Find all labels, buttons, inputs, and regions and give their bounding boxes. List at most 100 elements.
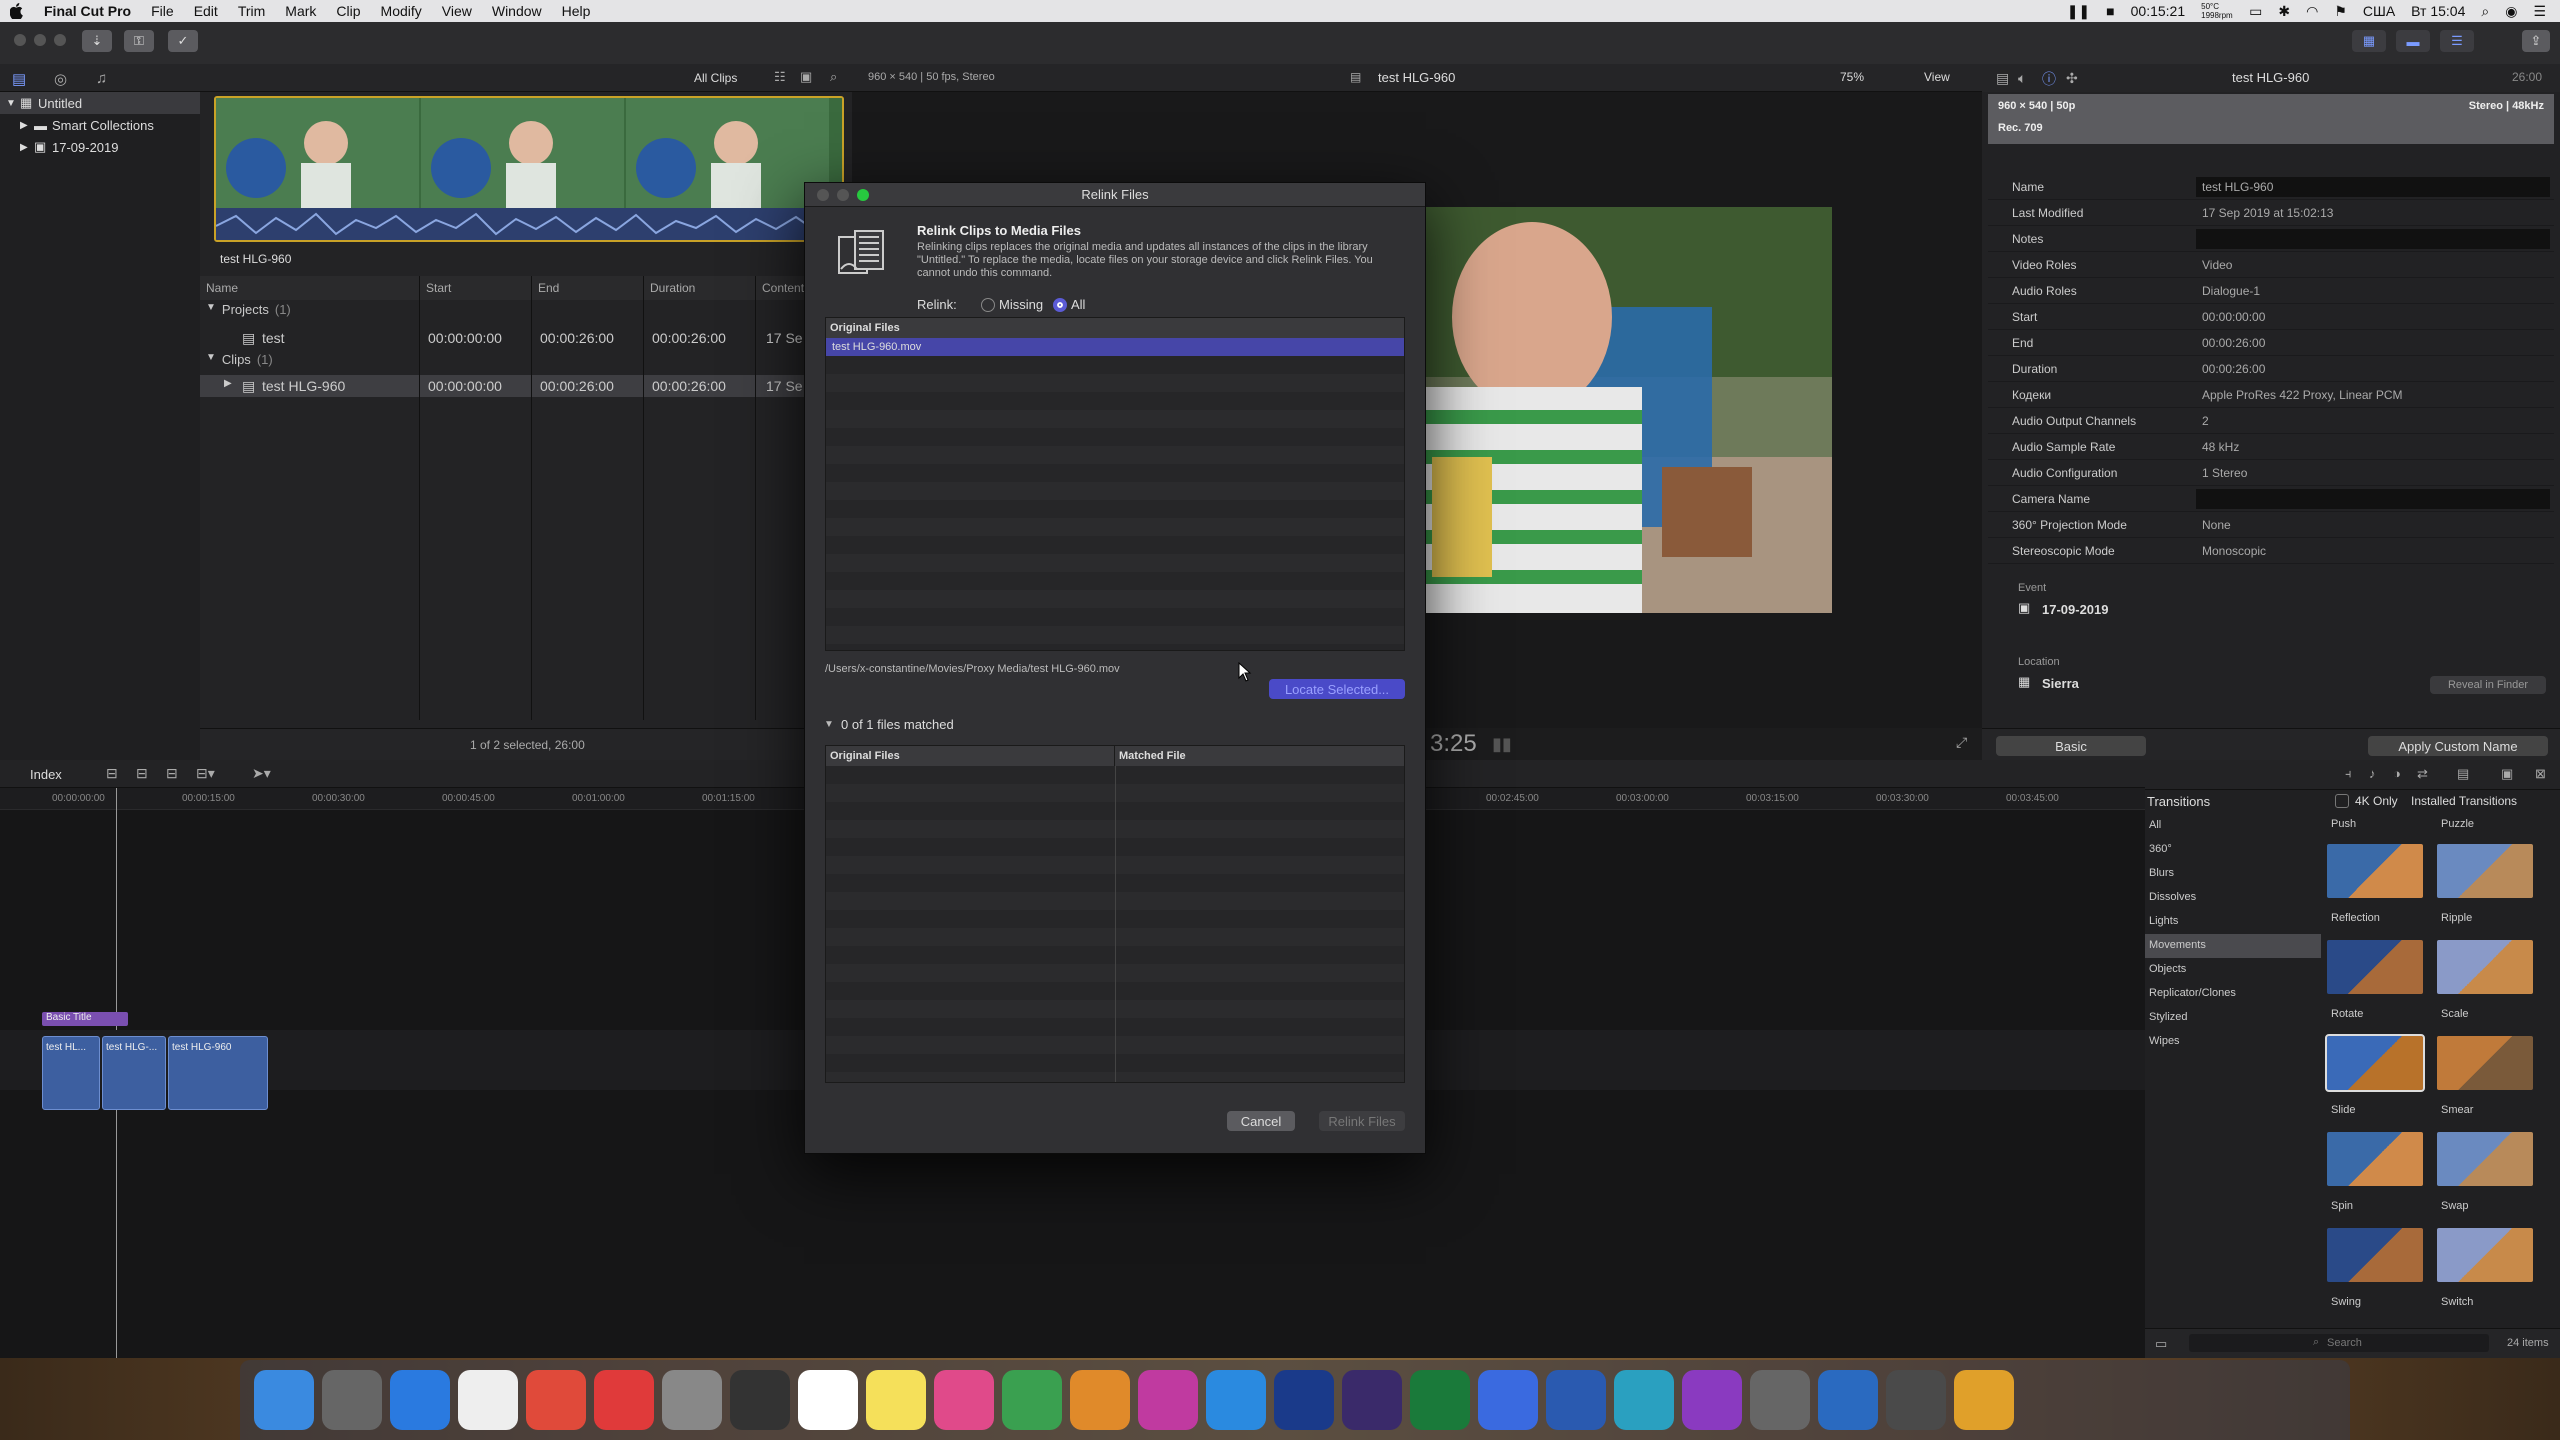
dock-item-files[interactable] <box>1478 1370 1538 1430</box>
audio-inspector-icon[interactable]: 🔈︎ <box>2018 70 2026 87</box>
sidebar-toggle-icon[interactable]: ▭ <box>2155 1336 2167 1352</box>
category-item[interactable]: 360° <box>2145 838 2321 862</box>
menu-modify[interactable]: Modify <box>371 3 432 19</box>
dock-item-ae[interactable] <box>1342 1370 1402 1430</box>
dock-item-final-cut[interactable] <box>730 1370 790 1430</box>
insert-clip-icon[interactable]: ⊟ <box>136 765 148 782</box>
notification-center-icon[interactable]: ☰ <box>2533 3 2546 20</box>
category-item[interactable]: Stylized <box>2145 1006 2321 1030</box>
menu-window[interactable]: Window <box>482 3 552 19</box>
photos-icon[interactable]: ◎ <box>54 70 67 88</box>
dock-item-launchpad[interactable] <box>322 1370 382 1430</box>
apple-menu-icon[interactable] <box>0 3 34 19</box>
4k-only-checkbox[interactable] <box>2335 794 2349 808</box>
disclosure-closed-icon[interactable]: ▶ <box>224 378 232 389</box>
datetime[interactable]: Вт 15:04 <box>2411 3 2465 19</box>
dock-item-textedit[interactable] <box>458 1370 518 1430</box>
app-menu[interactable]: Final Cut Pro <box>34 3 141 19</box>
transition-thumbnail[interactable] <box>2437 1228 2533 1282</box>
effects-browser-icon[interactable]: ▣ <box>2501 766 2513 782</box>
input-source[interactable]: США <box>2363 3 2395 19</box>
category-item[interactable]: Lights <box>2145 910 2321 934</box>
category-item[interactable]: Wipes <box>2145 1030 2321 1054</box>
menu-clip[interactable]: Clip <box>326 3 370 19</box>
category-item[interactable]: All <box>2145 814 2321 838</box>
siri-icon[interactable]: ◉ <box>2505 3 2517 20</box>
metadata-value[interactable]: Monoscopic <box>2196 541 2550 561</box>
metadata-value[interactable]: 48 kHz <box>2196 437 2550 457</box>
keywords-button[interactable]: ⚿ <box>124 30 154 52</box>
cancel-button[interactable]: Cancel <box>1227 1111 1295 1131</box>
transition-thumbnail[interactable] <box>2327 844 2423 898</box>
metadata-value[interactable]: 2 <box>2196 411 2550 431</box>
dock-item-notes[interactable] <box>866 1370 926 1430</box>
transition-thumbnail[interactable] <box>2437 940 2533 994</box>
dock-item-chrome[interactable] <box>526 1370 586 1430</box>
dock-item-utorrent[interactable] <box>1002 1370 1062 1430</box>
transitions-browser-icon[interactable]: ⊠ <box>2535 766 2546 782</box>
transitions-search-field[interactable]: ⌕ Search <box>2189 1334 2489 1352</box>
missing-radio[interactable] <box>981 298 995 312</box>
stop-icon[interactable]: ■ <box>2106 3 2114 19</box>
transition-thumbnail[interactable] <box>2437 1036 2533 1090</box>
disclosure-open-icon[interactable]: ▼ <box>206 352 216 367</box>
metadata-value[interactable]: 17 Sep 2019 at 15:02:13 <box>2196 203 2550 223</box>
timeline-toggle-button[interactable]: ▬ <box>2396 30 2430 52</box>
smart-collections[interactable]: ▶ ▬ Smart Collections <box>0 114 200 136</box>
inspector-toggle-button[interactable]: ☰ <box>2440 30 2474 52</box>
original-files-column[interactable]: Original Files <box>826 746 1115 766</box>
menu-trim[interactable]: Trim <box>228 3 275 19</box>
flag-icon[interactable]: ⚑ <box>2334 3 2347 20</box>
overwrite-clip-icon[interactable]: ⊟▾ <box>196 765 215 782</box>
metadata-value[interactable] <box>2196 489 2550 509</box>
transition-thumbnail[interactable] <box>2327 940 2423 994</box>
disclosure-open-icon[interactable]: ▼ <box>824 719 834 730</box>
metadata-value[interactable]: None <box>2196 515 2550 535</box>
titles-icon[interactable]: ♫ <box>96 70 107 87</box>
column-duration[interactable]: Duration <box>644 276 756 300</box>
category-item[interactable]: Replicator/Clones <box>2145 982 2321 1006</box>
title-clip[interactable]: Basic Title <box>42 1012 128 1026</box>
share-button[interactable]: ⇪ <box>2522 30 2550 52</box>
share-inspector-icon[interactable]: ✣ <box>2066 70 2078 87</box>
transition-thumbnail[interactable] <box>2327 1228 2423 1282</box>
clip-appearance-icon[interactable]: ▤ <box>2457 766 2469 782</box>
menu-file[interactable]: File <box>141 3 184 19</box>
matched-files-table[interactable]: Original Files Matched File <box>825 745 1405 1083</box>
dock-item-calculator[interactable] <box>662 1370 722 1430</box>
menu-edit[interactable]: Edit <box>184 3 228 19</box>
category-item[interactable]: Blurs <box>2145 862 2321 886</box>
dock-item-x[interactable] <box>1410 1370 1470 1430</box>
bluetooth-icon[interactable]: ✱ <box>2278 3 2290 20</box>
reveal-in-finder-button[interactable]: Reveal in Finder <box>2430 676 2546 694</box>
minimize-window-button[interactable] <box>34 34 46 46</box>
view-dropdown[interactable]: View <box>1924 70 1950 84</box>
dock-item-app-store[interactable] <box>1206 1370 1266 1430</box>
wifi-icon[interactable]: ◠ <box>2306 3 2318 20</box>
timeline-index-button[interactable]: Index <box>30 767 62 782</box>
append-clip-icon[interactable]: ⊟ <box>166 765 178 782</box>
disclosure-open-icon[interactable]: ▼ <box>206 302 216 317</box>
info-inspector-icon[interactable]: ⓘ <box>2042 69 2056 89</box>
dock-item-w[interactable] <box>1546 1370 1606 1430</box>
category-item[interactable]: Objects <box>2145 958 2321 982</box>
dock-item-safari[interactable] <box>390 1370 450 1430</box>
dock-item-instagram[interactable] <box>1138 1370 1198 1430</box>
metadata-value[interactable]: Dialogue-1 <box>2196 281 2550 301</box>
dock-item-motion[interactable] <box>1682 1370 1742 1430</box>
menu-help[interactable]: Help <box>552 3 601 19</box>
transition-thumbnail[interactable] <box>2437 844 2533 898</box>
snapping-icon[interactable]: ⇄ <box>2417 766 2428 782</box>
timeline-clip[interactable]: test HLG-960 <box>168 1036 268 1110</box>
apply-custom-name-dropdown[interactable]: Apply Custom Name <box>2368 736 2548 756</box>
dock-item-ps[interactable] <box>1274 1370 1334 1430</box>
dock-item-books[interactable] <box>1070 1370 1130 1430</box>
category-item[interactable]: Movements <box>2145 934 2321 958</box>
disclosure-closed-icon[interactable]: ▶ <box>20 142 34 153</box>
column-start[interactable]: Start <box>420 276 532 300</box>
dock-item-mail[interactable] <box>1818 1370 1878 1430</box>
column-name[interactable]: Name <box>200 276 420 300</box>
metadata-value[interactable]: Video <box>2196 255 2550 275</box>
pause-icon[interactable]: ❚❚ <box>2067 3 2090 20</box>
clip-appearance-icon[interactable]: ▣ <box>800 69 812 85</box>
